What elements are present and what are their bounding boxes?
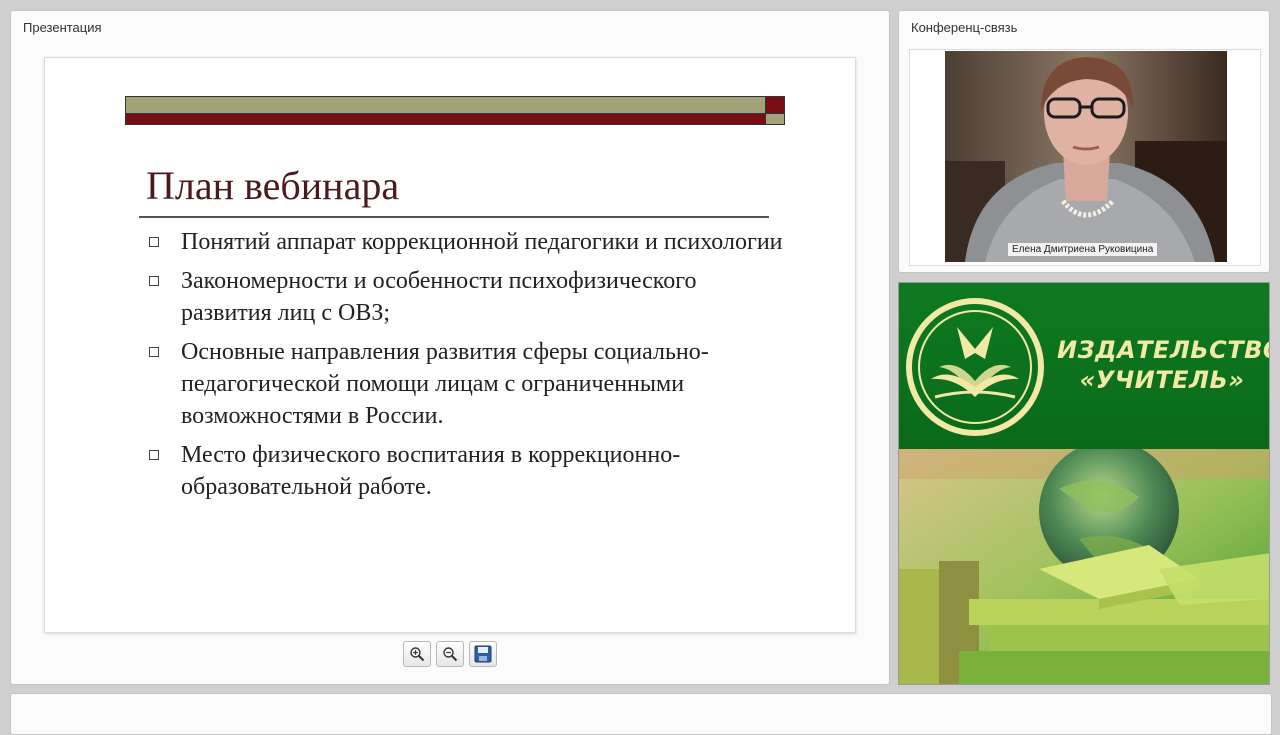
slide-title-divider	[139, 216, 769, 218]
speaker-name-tag: Елена Дмитриена Руковицина	[1008, 243, 1158, 256]
slide-bullet-text: Место физического воспитания в коррекцио…	[181, 442, 681, 500]
save-icon	[474, 645, 492, 663]
presentation-panel-title: Презентация	[23, 20, 102, 35]
slide-decor-square-olive	[765, 113, 785, 125]
publisher-banner-header: ИЗДАТЕЛЬСТВО «УЧИТЕЛЬ»	[899, 283, 1270, 449]
slide-bullet-item: Закономерности и особенности психофизиче…	[147, 265, 787, 329]
zoom-in-icon	[410, 647, 425, 662]
slide-bullet-text: Закономерности и особенности психофизиче…	[181, 268, 697, 326]
publisher-banner: ИЗДАТЕЛЬСТВО «УЧИТЕЛЬ»	[898, 282, 1270, 685]
publisher-banner-photo	[899, 441, 1269, 684]
slide-decor-bar-red	[125, 113, 767, 125]
slide-bullet-item: Место физического воспитания в коррекцио…	[147, 439, 787, 503]
publisher-name-line1: ИЗДАТЕЛЬСТВО	[1057, 336, 1270, 364]
slide-bullet-list: Понятий аппарат коррекционной педагогики…	[147, 226, 787, 510]
presentation-slide: План вебинара Понятий аппарат коррекцион…	[44, 57, 856, 633]
zoom-out-icon	[443, 647, 458, 662]
conference-panel: Конференц-связь Елена Дмитриена Руковици…	[898, 10, 1270, 273]
slide-bullet-text: Основные направления развития сферы соци…	[181, 339, 709, 429]
slide-title: План вебинара	[146, 163, 400, 208]
presentation-panel: Презентация План вебинара Понятий аппара…	[10, 10, 890, 685]
bullet-square-icon	[149, 237, 159, 247]
zoom-in-button[interactable]	[403, 641, 431, 667]
bullet-square-icon	[149, 276, 159, 286]
zoom-out-button[interactable]	[436, 641, 464, 667]
speaker-video-image	[945, 51, 1227, 262]
publisher-name-line2: «УЧИТЕЛЬ»	[1079, 366, 1245, 394]
speaker-video[interactable]: Елена Дмитриена Руковицина	[945, 51, 1227, 262]
publisher-logo-icon	[906, 298, 1044, 436]
bottom-panel	[10, 693, 1272, 735]
video-container: Елена Дмитриена Руковицина	[909, 49, 1261, 266]
conference-panel-title: Конференц-связь	[911, 20, 1018, 35]
presentation-toolbar	[403, 641, 497, 667]
slide-decor-bar-olive	[125, 96, 767, 114]
bullet-square-icon	[149, 450, 159, 460]
save-button[interactable]	[469, 641, 497, 667]
slide-bullet-item: Основные направления развития сферы соци…	[147, 336, 787, 432]
slide-bullet-text: Понятий аппарат коррекционной педагогики…	[181, 229, 783, 255]
slide-decor-square-red	[765, 96, 785, 114]
slide-bullet-item: Понятий аппарат коррекционной педагогики…	[147, 226, 787, 258]
books-globe-image	[899, 441, 1269, 684]
bullet-square-icon	[149, 347, 159, 357]
publisher-name: ИЗДАТЕЛЬСТВО «УЧИТЕЛЬ»	[1057, 335, 1270, 395]
